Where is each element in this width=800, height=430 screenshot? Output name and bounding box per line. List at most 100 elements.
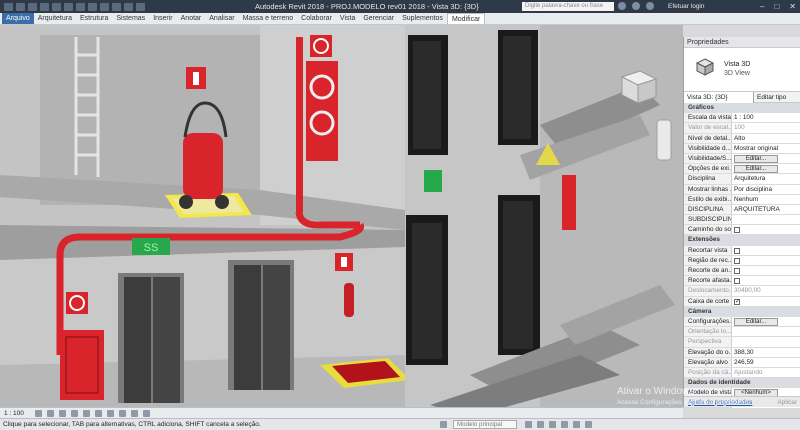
checkbox-unchecked[interactable] (734, 247, 740, 254)
property-label: Disciplina (684, 174, 732, 184)
search-icon[interactable] (618, 2, 626, 10)
drag-elements-icon[interactable] (573, 421, 580, 428)
property-group-header[interactable]: Câmera (684, 306, 800, 317)
app-menu-icon[interactable] (4, 2, 13, 11)
tab-sistemas[interactable]: Sistemas (112, 13, 149, 24)
select-by-face-icon[interactable] (561, 421, 568, 428)
shadows-icon[interactable] (70, 409, 78, 417)
maximize-button[interactable]: □ (774, 0, 779, 13)
property-value[interactable]: 1 : 100 (732, 113, 800, 123)
type-name: Vista 3D (724, 61, 751, 68)
checkbox-unchecked[interactable] (734, 257, 740, 264)
property-value[interactable]: Arquitetura (732, 174, 800, 184)
checkbox-unchecked[interactable] (734, 227, 740, 234)
crop-view-icon[interactable] (94, 409, 102, 417)
property-value[interactable] (732, 215, 800, 225)
property-label: Orientação lo... (684, 327, 732, 337)
title-bar: Autodesk Revit 2018 - PROJ.MODELO rev01 … (0, 0, 800, 13)
property-value[interactable]: Nenhum (732, 194, 800, 204)
property-checkbox[interactable] (732, 225, 800, 235)
show-crop-icon[interactable] (106, 409, 114, 417)
tab-estrutura[interactable]: Estrutura (76, 13, 112, 24)
login-button[interactable]: Efetuar login (668, 1, 705, 12)
property-value[interactable]: Mostrar original (732, 143, 800, 153)
property-value[interactable]: Por disciplina (732, 184, 800, 194)
property-value[interactable]: 246,59 (732, 357, 800, 367)
reveal-hidden-icon[interactable] (142, 409, 150, 417)
property-row: Elevação do o... 388,30 (684, 347, 800, 358)
navigation-bar[interactable] (656, 119, 672, 161)
search-input[interactable]: Digite palavra-chave ou frase (522, 2, 614, 11)
view-selector-dropdown[interactable]: Vista 3D: {3D} (684, 91, 754, 103)
tab-arquitetura[interactable]: Arquitetura (34, 13, 76, 24)
switch-windows-icon[interactable] (136, 2, 145, 11)
close-hidden-icon[interactable] (124, 2, 133, 11)
select-underlay-icon[interactable] (537, 421, 544, 428)
save-icon[interactable] (28, 2, 37, 11)
close-button[interactable]: ✕ (789, 0, 796, 13)
tab-suplementos[interactable]: Suplementos (398, 13, 447, 24)
tab-colaborar[interactable]: Colaborar (297, 13, 336, 24)
lock-view-icon[interactable] (118, 409, 126, 417)
tab-gerenciar[interactable]: Gerenciar (359, 13, 398, 24)
visual-style-icon[interactable] (46, 409, 54, 417)
property-value[interactable]: 388,30 (732, 347, 800, 357)
select-pinned-icon[interactable] (549, 421, 556, 428)
measure-icon[interactable] (76, 2, 85, 11)
tab-massa-terreno[interactable]: Massa e terreno (239, 13, 298, 24)
section-icon[interactable] (112, 2, 121, 11)
checkbox-unchecked[interactable] (734, 268, 740, 274)
text-icon[interactable] (88, 2, 97, 11)
tab-modificar[interactable]: Modificar (446, 13, 486, 24)
view-scale[interactable]: 1 : 100 (4, 410, 24, 417)
3d-viewport[interactable]: SS (0, 25, 683, 407)
apply-button[interactable]: Aplicar (777, 399, 797, 406)
quick-access-toolbar (0, 2, 255, 11)
property-value[interactable]: ARQUITETURA (732, 204, 800, 215)
property-checkbox[interactable] (732, 245, 800, 255)
property-row: Posição da câ... Ajustando (684, 367, 800, 379)
select-links-icon[interactable] (525, 421, 532, 428)
3d-view-icon (696, 58, 714, 76)
redo-icon[interactable] (52, 2, 61, 11)
print-icon[interactable] (64, 2, 73, 11)
property-group-header[interactable]: Extensões (684, 235, 800, 246)
property-checkbox[interactable] (732, 255, 800, 265)
property-checkbox[interactable] (732, 276, 800, 286)
sun-path-icon[interactable] (58, 409, 66, 417)
edit-button[interactable]: Editar... (734, 317, 778, 326)
property-value[interactable]: Alto (732, 133, 800, 143)
detail-level-icon[interactable] (34, 409, 42, 417)
tab-inserir[interactable]: Inserir (149, 13, 176, 24)
filter-icon[interactable] (585, 421, 592, 428)
minimize-button[interactable]: – (760, 0, 764, 13)
checkbox-checked[interactable]: ✓ (734, 298, 740, 305)
edit-button[interactable]: Editar... (734, 154, 778, 163)
property-edit-button[interactable]: Editar... (732, 153, 800, 164)
subscription-icon[interactable] (632, 2, 640, 10)
render-icon[interactable] (82, 409, 90, 417)
undo-icon[interactable] (40, 2, 49, 11)
3d-view-icon[interactable] (100, 2, 109, 11)
design-options-dropdown[interactable]: Modelo principal (453, 420, 517, 429)
property-label: Recortar vista (684, 245, 732, 255)
property-label: Nível de detal... (684, 133, 732, 143)
property-group-header[interactable]: Gráficos (684, 103, 800, 114)
tab-arquivo[interactable]: Arquivo (2, 13, 34, 24)
tab-vista[interactable]: Vista (336, 13, 359, 24)
checkbox-unchecked[interactable] (734, 278, 740, 285)
user-icon[interactable] (646, 2, 654, 10)
hide-isolate-icon[interactable] (130, 409, 138, 417)
type-selector[interactable]: Vista 3D 3D View (684, 48, 800, 92)
property-checkbox[interactable] (732, 266, 800, 276)
edit-button[interactable]: Editar... (734, 165, 778, 174)
property-edit-button[interactable]: Editar... (732, 316, 800, 327)
property-checkbox[interactable]: ✓ (732, 296, 800, 306)
property-row: Recortar vista (684, 245, 800, 256)
tab-anotar[interactable]: Anotar (177, 13, 206, 24)
worksets-icon[interactable] (440, 421, 447, 428)
edit-type-button[interactable]: Editar tipo (754, 94, 786, 101)
open-icon[interactable] (16, 2, 25, 11)
property-edit-button[interactable]: Editar... (732, 164, 800, 174)
tab-analisar[interactable]: Analisar (205, 13, 238, 24)
